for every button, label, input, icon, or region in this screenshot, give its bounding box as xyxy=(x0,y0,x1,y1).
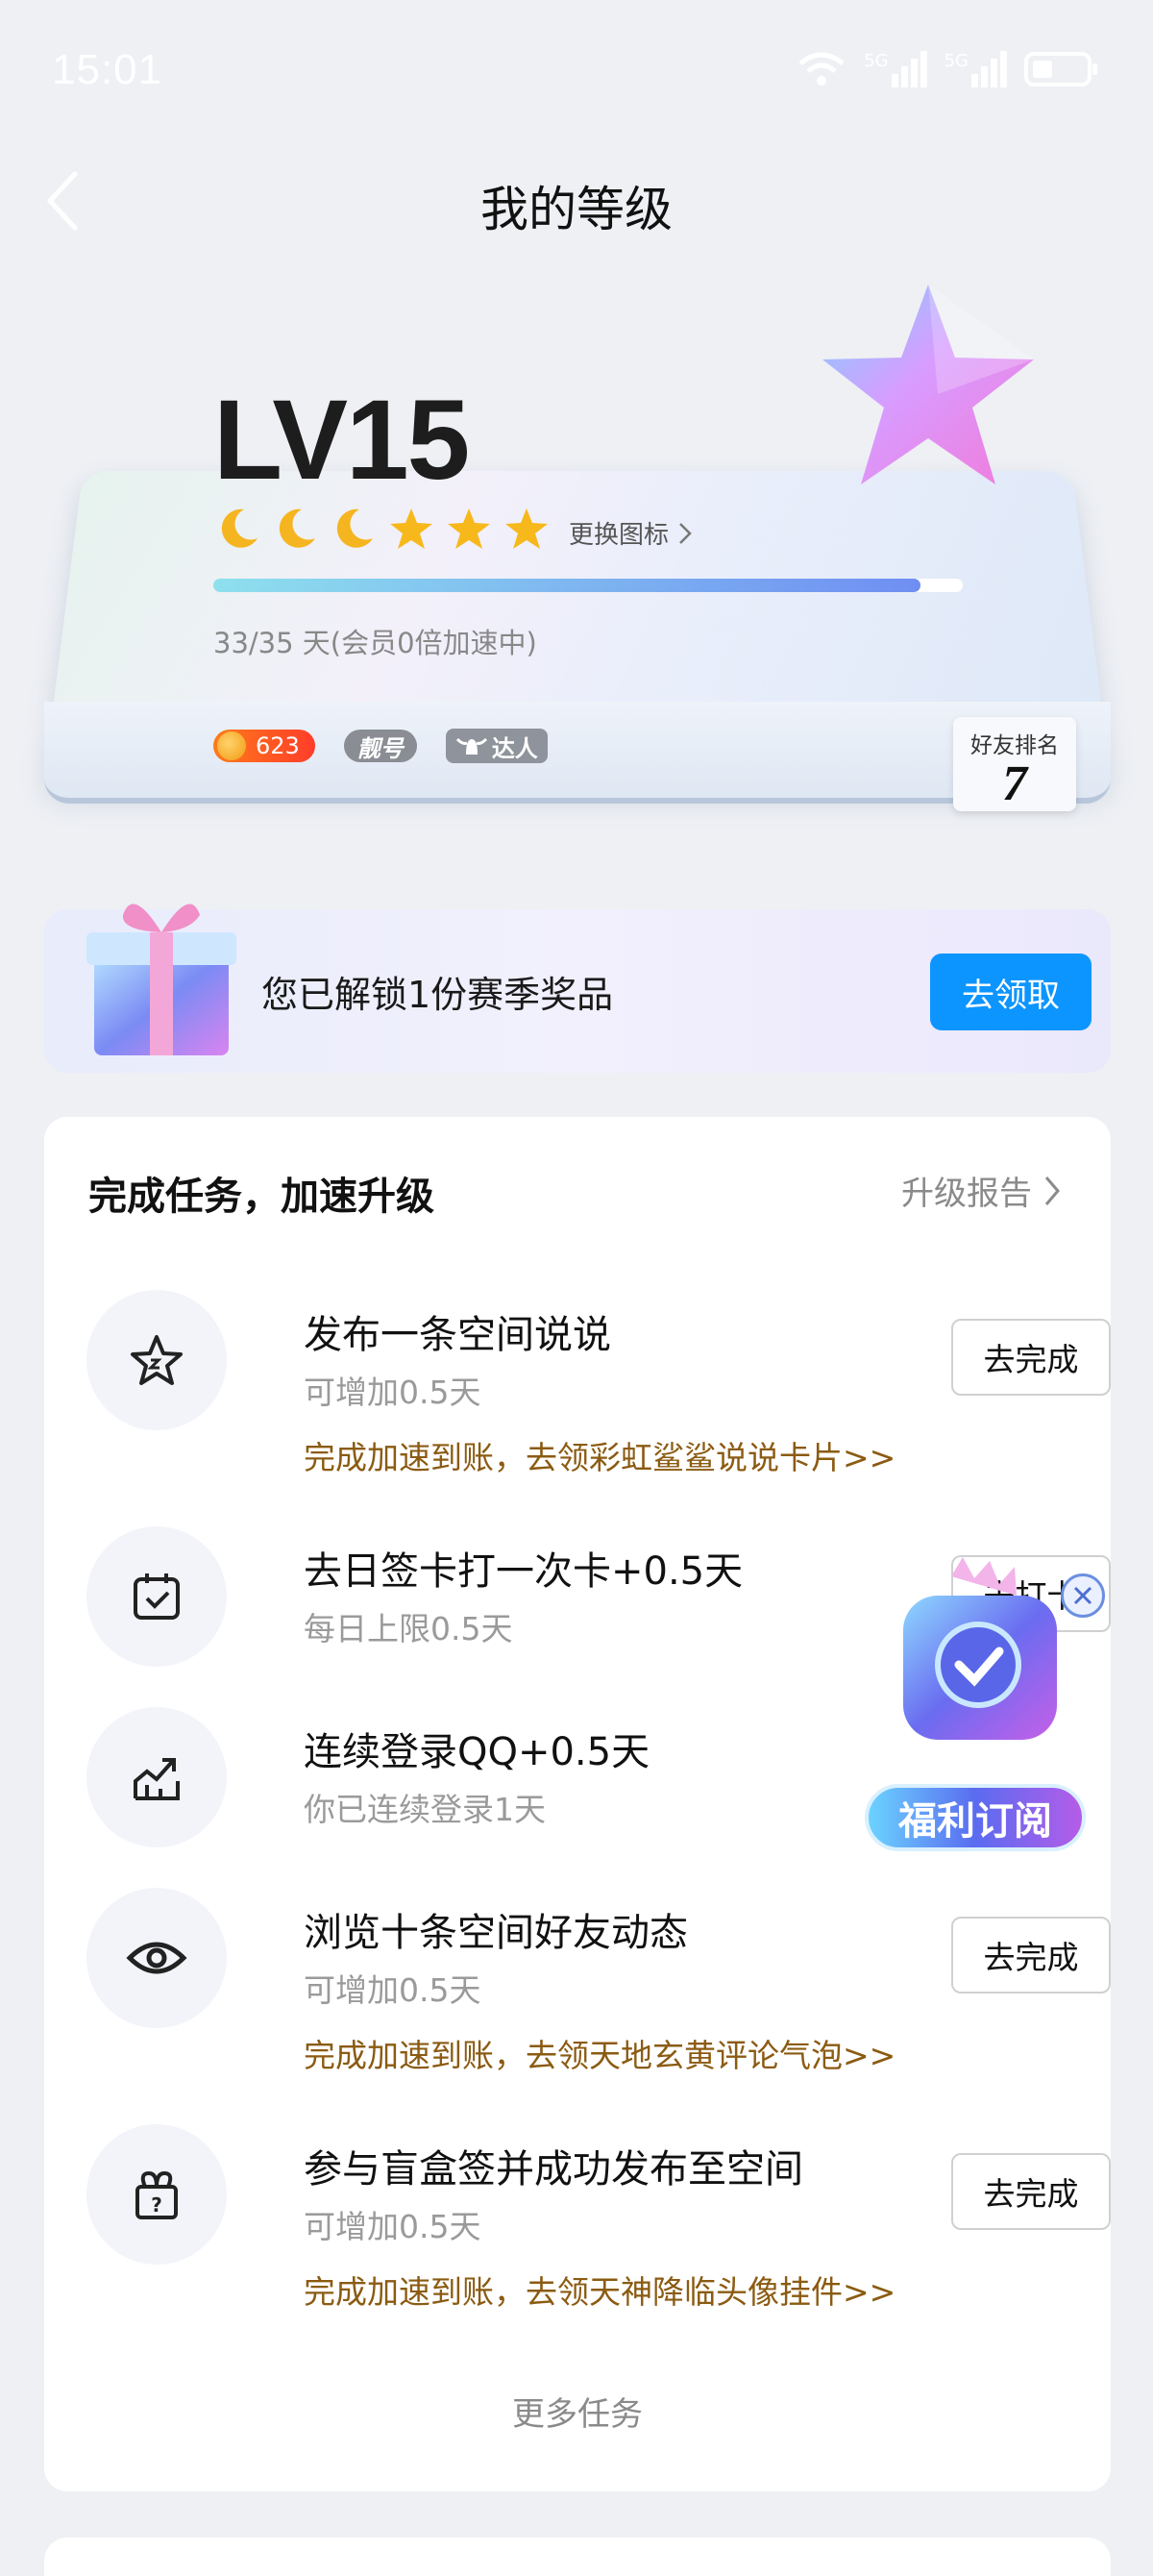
level-progress-text: 33/35 天(会员0倍加速中) xyxy=(213,627,537,659)
change-icon-link[interactable]: 更换图标 xyxy=(569,515,692,551)
friend-rank-box[interactable]: 好友排名 7 xyxy=(953,717,1076,811)
level-star-icon xyxy=(822,285,1034,484)
page-title: 我的等级 xyxy=(480,182,673,237)
moon-icon xyxy=(221,508,258,548)
task-sub: 可增加0.5天 xyxy=(304,1971,481,2009)
welfare-subscribe-label: 福利订阅 xyxy=(865,1784,1086,1851)
task-sub: 可增加0.5天 xyxy=(304,2208,481,2245)
network-type-label: 5G xyxy=(864,51,889,71)
task-item: ? 参与盲盒签并成功发布至空间 可增加0.5天 完成加速到账，去领天神降临头像挂… xyxy=(86,2124,1111,2316)
task-reward-link[interactable]: 完成加速到账，去领天神降临头像挂件>> xyxy=(304,2266,895,2313)
level-card: LV15 更换图标 33/35 天(会员0倍加速中) 623 靓号 达人 好友排… xyxy=(42,279,1113,811)
friend-rank-label: 好友排名 xyxy=(970,733,1059,758)
eye-icon xyxy=(126,1942,187,1974)
wifi-icon xyxy=(798,52,845,86)
level-progress-fill xyxy=(213,579,920,592)
mystery-box-icon: ? xyxy=(135,2170,178,2219)
upgrade-report-link[interactable]: 升级报告 xyxy=(901,1167,1061,1214)
task-reward-link[interactable]: 完成加速到账，去领彩虹鲨鲨说说卡片>> xyxy=(304,1432,895,1478)
task-name: 发布一条空间说说 xyxy=(304,1313,611,1357)
status-icons: 5G 5G xyxy=(797,50,1101,88)
moon-icon xyxy=(336,508,373,548)
task-complete-button[interactable]: 去完成 xyxy=(951,2153,1111,2230)
claim-reward-button[interactable]: 去领取 xyxy=(930,954,1092,1030)
task-icon-wrap xyxy=(86,1888,227,2028)
star-icon xyxy=(505,508,548,549)
star-icon xyxy=(448,508,490,549)
gift-box-icon xyxy=(86,904,236,1055)
level-value: LV15 xyxy=(213,377,470,504)
nav-bar: 我的等级 xyxy=(0,154,1153,250)
tasks-title: 完成任务，加速升级 xyxy=(88,1175,434,1219)
level-icons xyxy=(215,506,550,552)
coin-badge[interactable]: 623 xyxy=(213,730,315,762)
next-card-peek xyxy=(44,2538,1111,2576)
chevron-right-icon xyxy=(1044,1176,1060,1205)
status-bar: 15:01 5G 5G xyxy=(0,0,1153,144)
status-time: 15:01 xyxy=(52,46,163,93)
task-reward-link[interactable]: 完成加速到账，去领天地玄黄评论气泡>> xyxy=(304,2030,895,2076)
task-name: 去日签卡打一次卡+0.5天 xyxy=(304,1549,744,1594)
badges-row: 623 靓号 达人 xyxy=(213,729,548,763)
network-type-label: 5G xyxy=(944,51,969,71)
season-reward-banner: 您已解锁1份赛季奖品 去领取 xyxy=(44,904,1111,1073)
task-item: 浏览十条空间好友动态 可增加0.5天 完成加速到账，去领天地玄黄评论气泡>> 去… xyxy=(86,1888,1111,2080)
task-complete-button[interactable]: 去完成 xyxy=(951,1917,1111,1994)
task-icon-wrap xyxy=(86,1290,227,1430)
battery-icon xyxy=(1024,52,1097,87)
nice-id-badge[interactable]: 靓号 xyxy=(343,730,417,762)
task-complete-button[interactable]: 去完成 xyxy=(951,1319,1111,1396)
trend-up-icon xyxy=(134,1758,180,1800)
task-sub: 可增加0.5天 xyxy=(304,1374,481,1411)
upgrade-report-label: 升级报告 xyxy=(901,1175,1032,1213)
moon-icon xyxy=(279,508,315,548)
expert-badge[interactable]: 达人 xyxy=(445,729,548,763)
task-sub: 每日上限0.5天 xyxy=(304,1610,513,1647)
season-reward-text: 您已解锁1份赛季奖品 xyxy=(261,974,614,1016)
signal-2-icon: 5G xyxy=(944,51,1007,87)
task-item: 发布一条空间说说 可增加0.5天 完成加速到账，去领彩虹鲨鲨说说卡片>> 去完成 xyxy=(86,1290,1111,1482)
chevron-right-icon xyxy=(679,522,692,544)
card-base xyxy=(44,702,1111,804)
task-name: 参与盲盒签并成功发布至空间 xyxy=(304,2147,803,2192)
task-icon-wrap xyxy=(86,1707,227,1847)
svg-text:?: ? xyxy=(151,2193,162,2217)
star-icon xyxy=(390,508,432,549)
change-icon-label: 更换图标 xyxy=(569,521,670,550)
signal-1-icon: 5G xyxy=(864,51,927,87)
task-icon-wrap xyxy=(86,1526,227,1667)
coin-count: 623 xyxy=(256,732,300,759)
task-name: 连续登录QQ+0.5天 xyxy=(304,1730,650,1774)
expert-label: 达人 xyxy=(491,734,538,762)
winged-bell-icon xyxy=(455,737,487,755)
task-sub: 你已连续登录1天 xyxy=(304,1791,546,1828)
task-icon-wrap: ? xyxy=(86,2124,227,2265)
coin-icon xyxy=(217,731,246,760)
friend-rank-value: 7 xyxy=(1002,756,1027,811)
calendar-check-icon xyxy=(134,1573,180,1620)
task-name: 浏览十条空间好友动态 xyxy=(304,1911,688,1955)
close-icon xyxy=(1073,1586,1092,1605)
star-icon xyxy=(131,1335,183,1385)
level-progress-bar xyxy=(213,579,963,592)
more-tasks-link[interactable]: 更多任务 xyxy=(44,2388,1111,2435)
close-float-button[interactable] xyxy=(1061,1573,1105,1618)
